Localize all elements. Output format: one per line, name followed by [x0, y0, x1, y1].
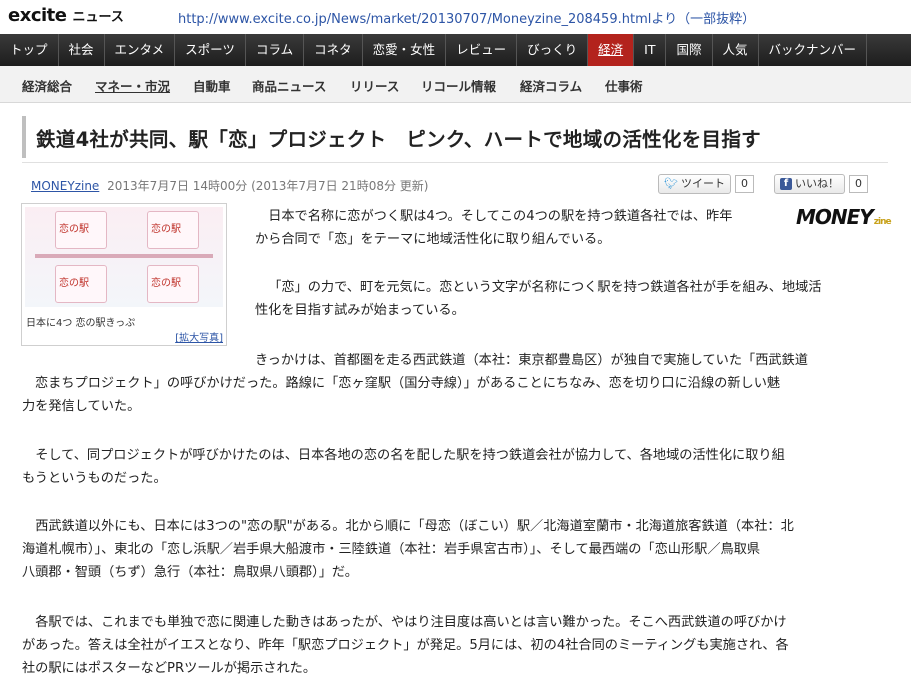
main-nav-item[interactable]: 人気: [713, 34, 759, 66]
divider: [22, 162, 888, 163]
article-date: 2013年7月7日 14時00分 (2013年7月7日 21時08分 更新): [107, 179, 429, 193]
ticket-image: 恋の駅: [147, 211, 199, 249]
main-nav-item[interactable]: 経済: [588, 34, 635, 66]
publisher-link[interactable]: MONEYzine: [31, 179, 99, 193]
tweet-widget: 🐦︎ ツイート 0: [658, 174, 754, 194]
article-title: 鉄道4社が共同、駅「恋」プロジェクト ピンク、ハートで地域の活性化を目指す: [36, 128, 761, 151]
ticket-label: 恋の駅: [59, 278, 89, 289]
money-logo-sub: zine: [873, 217, 892, 227]
paragraph-6: 各駅では、これまでも単独で恋に関連した動きはあったが、やはり注目度は高いとは言い…: [22, 611, 789, 680]
sub-nav-item[interactable]: リリース: [350, 76, 399, 95]
main-nav-item[interactable]: びっくり: [517, 34, 589, 66]
main-nav-item[interactable]: トップ: [0, 34, 59, 66]
ticket-image: 恋の駅: [55, 211, 107, 249]
photo-box: 恋の駅 恋の駅 恋の駅 恋の駅 日本に4つ 恋の駅きっぷ [拡大写真]: [21, 203, 227, 346]
title-accent-bar: [22, 116, 26, 158]
main-nav-item[interactable]: スポーツ: [175, 34, 246, 66]
main-nav-item[interactable]: 社会: [59, 34, 105, 66]
main-nav-item[interactable]: バックナンバー: [759, 34, 868, 66]
text-line: 性化を目指す試みが始まっている。: [255, 303, 465, 318]
text-line: 各駅では、これまでも単独で恋に関連した動きはあったが、やはり注目度は高いとは言い…: [35, 615, 787, 630]
text-line: 海道札幌市）」、東北の「恋し浜駅／岩手県大船渡市・三陸鉄道（本社：岩手県宮古市）…: [22, 542, 761, 557]
text-line: 西武鉄道以外にも、日本には3つの"恋の駅"がある。北から順に「母恋（ぼこい）駅／…: [35, 519, 794, 534]
main-nav: トップ 社会 エンタメ スポーツ コラム コネタ 恋愛・女性 レビュー びっくり 経済 IT 国際 人気…: [0, 34, 911, 66]
main-nav-item[interactable]: 国際: [666, 34, 713, 66]
main-nav-item[interactable]: コネタ: [304, 34, 363, 66]
like-button[interactable]: f いいね！: [774, 174, 845, 194]
bird-icon: 🐦︎: [664, 177, 678, 190]
main-nav-item[interactable]: IT: [634, 34, 667, 66]
tweet-count: 0: [734, 175, 754, 193]
paragraph-3: きっかけは、首都圏を走る西武鉄道（本社：東京都豊島区）が独自で実施していた「西武…: [22, 349, 808, 418]
sub-nav: 経済総合 マネー・市況 自動車 商品ニュース リリース リコール情報 経済コラム 仕事術: [0, 66, 911, 103]
like-widget: f いいね！ 0: [774, 174, 868, 194]
railway-track-graphic: [35, 254, 213, 258]
paragraph-4: そして、同プロジェクトが呼びかけたのは、日本各地の恋の名を配した駅を持つ鉄道会社…: [22, 444, 785, 490]
text-line: 日本で名称に恋がつく駅は4つ。そしてこの4つの駅を持つ鉄道各社では、昨年: [268, 209, 733, 224]
ticket-photo[interactable]: 恋の駅 恋の駅 恋の駅 恋の駅: [25, 207, 223, 307]
money-logo-text: MONEY: [796, 205, 874, 229]
text-line: 社の駅にはポスターなどPRツールが掲示された。: [22, 661, 317, 676]
text-line: そして、同プロジェクトが呼びかけたのは、日本各地の恋の名を配した駅を持つ鉄道会社…: [35, 448, 785, 463]
moneyzine-logo: MONEYzine: [796, 205, 892, 229]
facebook-icon: f: [780, 178, 792, 190]
ticket-image: 恋の駅: [147, 265, 199, 303]
like-label: いいね！: [795, 177, 839, 190]
text-line: から合同で「恋」をテーマに地域活性化に取り組んでいる。: [255, 232, 611, 247]
text-line: 恋まちプロジェクト」の呼びかけだった。路線に「恋ヶ窪駅（国分寺線）」があることに…: [35, 376, 781, 391]
tweet-button[interactable]: 🐦︎ ツイート: [658, 174, 731, 194]
article-meta: MONEYzine 2013年7月7日 14時00分 (2013年7月7日 21…: [31, 177, 428, 194]
photo-caption: 日本に4つ 恋の駅きっぷ: [26, 318, 136, 329]
sub-nav-item[interactable]: 自動車: [193, 76, 231, 95]
ticket-image: 恋の駅: [55, 265, 107, 303]
sub-nav-item[interactable]: 商品ニュース: [252, 76, 326, 95]
paragraph-5: 西武鉄道以外にも、日本には3つの"恋の駅"がある。北から順に「母恋（ぼこい）駅／…: [22, 515, 794, 584]
ticket-label: 恋の駅: [151, 224, 181, 235]
main-nav-item[interactable]: 恋愛・女性: [363, 34, 447, 66]
text-line: もうというものだった。: [22, 471, 167, 486]
sub-nav-item[interactable]: 仕事術: [605, 76, 643, 95]
excite-logo[interactable]: excite ニュース: [8, 5, 124, 27]
ticket-label: 恋の駅: [151, 278, 181, 289]
text-line: きっかけは、首都圏を走る西武鉄道（本社：東京都豊島区）が独自で実施していた「西武…: [255, 353, 808, 368]
enlarge-photo-link[interactable]: [拡大写真]: [175, 329, 223, 344]
paragraph-2: 「恋」の力で、町を元気に。恋という文字が名称につく駅を持つ鉄道各社が手を組み、地…: [255, 276, 822, 322]
sub-nav-item[interactable]: マネー・市況: [95, 76, 170, 95]
main-nav-item[interactable]: レビュー: [446, 34, 518, 66]
text-line: 八頭郡・智頭（ちず）急行（本社：鳥取県八頭郡）」だ。: [22, 565, 358, 580]
sub-nav-item[interactable]: 経済コラム: [520, 76, 582, 95]
sub-nav-item[interactable]: 経済総合: [22, 76, 72, 95]
paragraph-1: 日本で名称に恋がつく駅は4つ。そしてこの4つの駅を持つ鉄道各社では、昨年 から合…: [255, 205, 732, 251]
sub-nav-item[interactable]: リコール情報: [421, 76, 496, 95]
tweet-label: ツイート: [680, 177, 725, 190]
ticket-label: 恋の駅: [59, 224, 89, 235]
text-line: があった。答えは全社がイエスとなり、昨年「駅恋プロジェクト」が発足。5月には、初…: [22, 638, 789, 653]
text-line: 「恋」の力で、町を元気に。恋という文字が名称につく駅を持つ鉄道各社が手を組み、地…: [268, 280, 822, 295]
like-count: 0: [849, 175, 868, 193]
source-link[interactable]: http://www.excite.co.jp/News/market/2013…: [178, 8, 755, 27]
logo-section: ニュース: [72, 10, 124, 25]
main-nav-item[interactable]: コラム: [246, 34, 305, 66]
logo-brand: excite: [8, 5, 67, 26]
main-nav-item[interactable]: エンタメ: [105, 34, 176, 66]
site-header: excite ニュース http://www.excite.co.jp/News…: [0, 0, 911, 33]
text-line: 力を発信していた。: [22, 399, 141, 414]
